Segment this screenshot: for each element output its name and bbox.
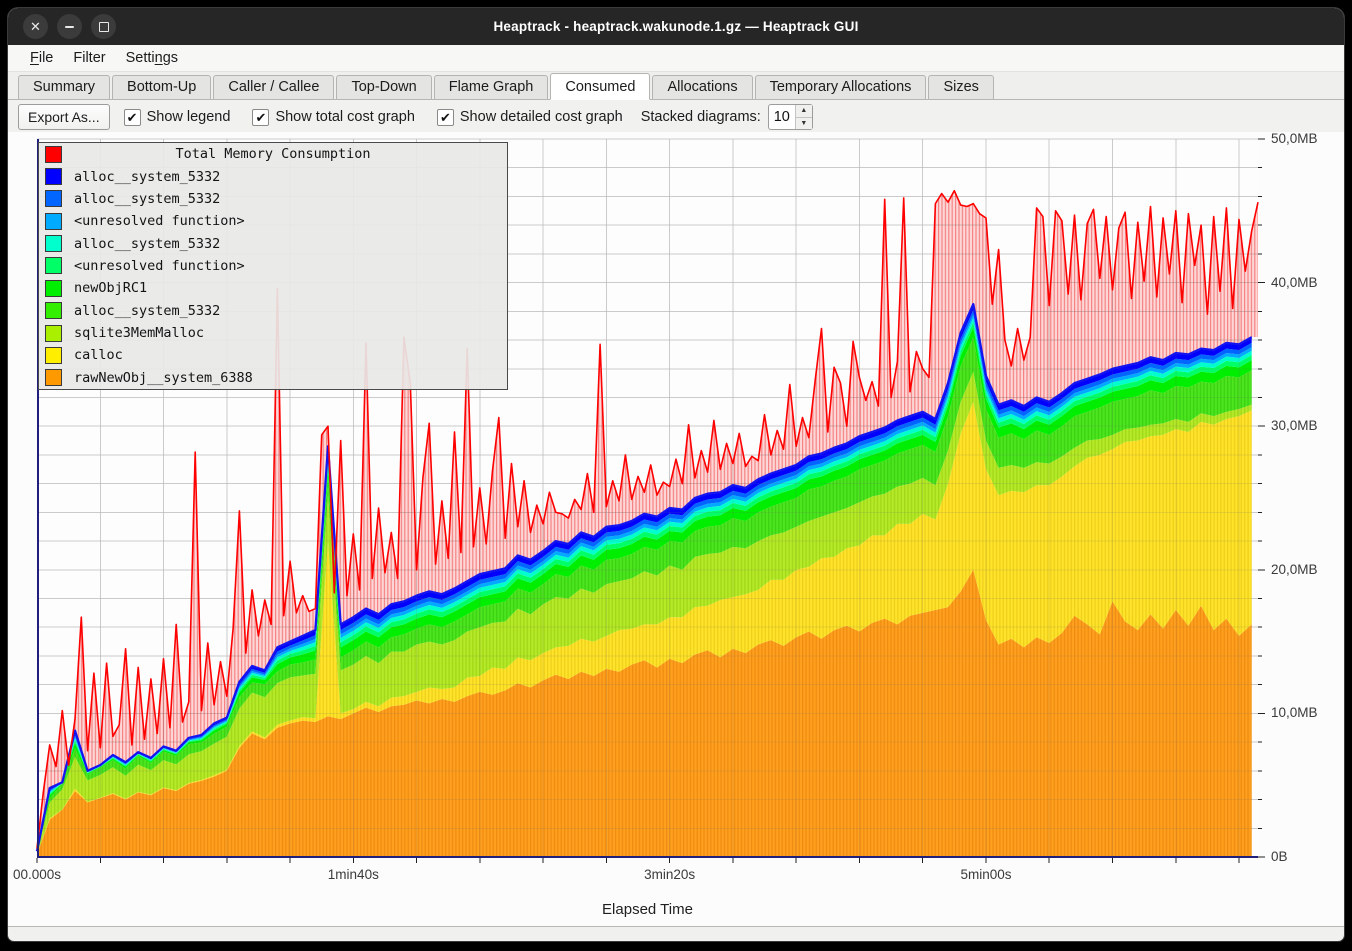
legend-swatch-icon xyxy=(45,168,62,185)
menu-file[interactable]: File xyxy=(20,48,63,68)
checkbox-show-legend[interactable]: ✔ Show legend xyxy=(124,109,231,126)
memory-consumption-chart[interactable]: Total Memory Consumption alloc__system_53… xyxy=(8,132,1344,927)
chart-legend: Total Memory Consumption alloc__system_53… xyxy=(38,142,508,390)
checkbox-show-total-cost-graph[interactable]: ✔ Show total cost graph xyxy=(252,109,414,126)
checkbox-group: ✔ Show legend ✔ Show total cost graph ✔ Show … xyxy=(120,109,623,126)
legend-row: <unresolved function> xyxy=(39,255,507,277)
legend-label: calloc xyxy=(74,347,123,363)
legend-row: alloc__system_5332 xyxy=(39,300,507,322)
legend-swatch-icon xyxy=(45,369,62,386)
legend-row: sqlite3MemMalloc xyxy=(39,322,507,344)
app-window: ✕ Heaptrack - heaptrack.wakunode.1.gz — … xyxy=(8,8,1344,941)
minimize-button[interactable] xyxy=(57,14,82,39)
checkbox-box[interactable]: ✔ xyxy=(252,109,269,126)
menu-settings[interactable]: Settings xyxy=(116,48,188,68)
spinbox-value[interactable]: 10 xyxy=(769,105,795,129)
checkbox-label: Show total cost graph xyxy=(275,109,414,125)
y-tick-label: 30,0MB xyxy=(1271,418,1318,433)
checkbox-show-detailed-cost-graph[interactable]: ✔ Show detailed cost graph xyxy=(437,109,623,126)
checkbox-label: Show detailed cost graph xyxy=(460,109,623,125)
legend-swatch-icon xyxy=(45,190,62,207)
tab-consumed[interactable]: Consumed xyxy=(550,73,650,100)
menu-bar: FileFilterSettings xyxy=(8,45,1344,72)
maximize-button[interactable] xyxy=(91,14,116,39)
legend-label: Total Memory Consumption xyxy=(39,146,507,162)
legend-swatch-icon xyxy=(45,302,62,319)
window-title: Heaptrack - heaptrack.wakunode.1.gz — He… xyxy=(8,19,1344,34)
stacked-diagrams-group: Stacked diagrams: 10 ▲ ▼ xyxy=(641,104,813,130)
legend-swatch-icon xyxy=(45,257,62,274)
maximize-icon xyxy=(99,22,109,32)
legend-label: alloc__system_5332 xyxy=(74,169,220,185)
y-tick-label: 0B xyxy=(1271,849,1288,864)
legend-row: Total Memory Consumption xyxy=(39,143,507,165)
legend-row: rawNewObj__system_6388 xyxy=(39,367,507,389)
legend-label: alloc__system_5332 xyxy=(74,303,220,319)
x-tick-label: 1min40s xyxy=(318,867,388,882)
x-tick-label: 00.000s xyxy=(8,867,72,882)
tab-temporary-allocations[interactable]: Temporary Allocations xyxy=(755,75,927,99)
tab-sizes[interactable]: Sizes xyxy=(928,75,993,99)
export-as-button[interactable]: Export As... xyxy=(18,104,110,130)
close-icon: ✕ xyxy=(30,19,41,35)
checkbox-box[interactable]: ✔ xyxy=(124,109,141,126)
legend-label: newObjRC1 xyxy=(74,280,147,296)
legend-label: rawNewObj__system_6388 xyxy=(74,370,253,386)
tab-flame-graph[interactable]: Flame Graph xyxy=(434,75,549,99)
tab-summary[interactable]: Summary xyxy=(18,75,110,99)
spin-down-icon[interactable]: ▼ xyxy=(796,117,812,130)
y-tick-label: 50,0MB xyxy=(1271,131,1318,146)
legend-row: <unresolved function> xyxy=(39,210,507,232)
tab-bar: SummaryBottom-UpCaller / CalleeTop-DownF… xyxy=(8,72,1344,100)
legend-row: alloc__system_5332 xyxy=(39,232,507,254)
tab-caller-callee[interactable]: Caller / Callee xyxy=(213,75,334,99)
legend-swatch-icon xyxy=(45,347,62,364)
menu-filter[interactable]: Filter xyxy=(63,48,115,68)
stacked-diagrams-label: Stacked diagrams: xyxy=(641,109,761,125)
spin-up-icon[interactable]: ▲ xyxy=(796,105,812,117)
tab-top-down[interactable]: Top-Down xyxy=(336,75,431,99)
y-tick-label: 10,0MB xyxy=(1271,705,1318,720)
legend-row: newObjRC1 xyxy=(39,277,507,299)
tab-allocations[interactable]: Allocations xyxy=(652,75,752,99)
legend-label: <unresolved function> xyxy=(74,258,245,274)
title-bar: ✕ Heaptrack - heaptrack.wakunode.1.gz — … xyxy=(8,8,1344,45)
legend-swatch-icon xyxy=(45,280,62,297)
legend-label: alloc__system_5332 xyxy=(74,191,220,207)
y-tick-label: 40,0MB xyxy=(1271,275,1318,290)
legend-swatch-icon xyxy=(45,325,62,342)
stacked-diagrams-spinbox[interactable]: 10 ▲ ▼ xyxy=(768,104,813,130)
toolbar: Export As... ✔ Show legend ✔ Show total cos… xyxy=(8,100,1344,134)
legend-label: alloc__system_5332 xyxy=(74,236,220,252)
legend-row: alloc__system_5332 xyxy=(39,165,507,187)
checkbox-box[interactable]: ✔ xyxy=(437,109,454,126)
legend-label: sqlite3MemMalloc xyxy=(74,325,204,341)
x-axis-title: Elapsed Time xyxy=(548,901,748,918)
legend-row: calloc xyxy=(39,344,507,366)
x-tick-label: 3min20s xyxy=(635,867,705,882)
minimize-icon xyxy=(65,26,74,28)
x-tick-label: 5min00s xyxy=(951,867,1021,882)
spinbox-buttons: ▲ ▼ xyxy=(795,105,812,129)
tab-bottom-up[interactable]: Bottom-Up xyxy=(112,75,211,99)
legend-swatch-icon xyxy=(45,235,62,252)
close-button[interactable]: ✕ xyxy=(23,14,48,39)
checkbox-label: Show legend xyxy=(147,109,231,125)
legend-swatch-icon xyxy=(45,213,62,230)
legend-row: alloc__system_5332 xyxy=(39,188,507,210)
y-tick-label: 20,0MB xyxy=(1271,562,1318,577)
legend-label: <unresolved function> xyxy=(74,213,245,229)
